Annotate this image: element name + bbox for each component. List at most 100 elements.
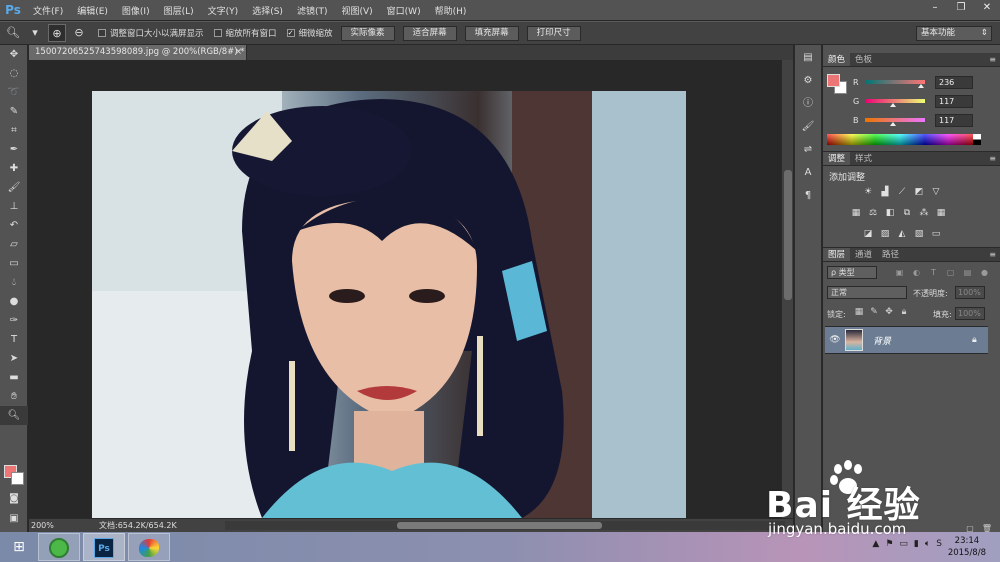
restore-icon[interactable]: ❐: [948, 0, 974, 16]
lock-all-icon[interactable]: 🔒︎: [898, 307, 910, 317]
panel-foreground-swatch[interactable]: [827, 74, 840, 87]
tab-color[interactable]: 颜色: [823, 53, 851, 66]
gradient-tool-icon[interactable]: ▭: [0, 254, 28, 273]
rectangle-tool-icon[interactable]: ▬: [0, 368, 28, 387]
shape-filter-icon[interactable]: ▢: [944, 266, 957, 279]
lock-pixels-icon[interactable]: ✎: [868, 307, 880, 317]
clone-stamp-tool-icon[interactable]: ⊥: [0, 197, 28, 216]
zoom-preset-dropdown[interactable]: ▾: [26, 24, 44, 42]
black-white-icon[interactable]: ◧: [883, 207, 897, 219]
levels-icon[interactable]: ▟: [878, 186, 892, 198]
zoom-in-icon[interactable]: ⊕: [48, 24, 66, 42]
exposure-icon[interactable]: ◩: [912, 186, 926, 198]
checkbox-checked[interactable]: ✓: [286, 29, 295, 37]
invert-icon[interactable]: ◪: [861, 228, 875, 240]
ime-icon[interactable]: S: [936, 539, 942, 549]
paragraph-panel-icon[interactable]: ¶: [795, 186, 821, 206]
tab-swatches[interactable]: 色板: [850, 53, 877, 66]
tab-adjustments[interactable]: 调整: [823, 152, 851, 165]
blend-mode-select[interactable]: 正常: [827, 286, 907, 299]
menu-help[interactable]: 帮助(H): [428, 4, 474, 17]
adjustment-filter-icon[interactable]: ◐: [910, 266, 923, 279]
vibrance-icon[interactable]: ▽: [929, 186, 943, 198]
menu-filter[interactable]: 滤镜(T): [290, 4, 335, 17]
workspace-select[interactable]: 基本功能 ⇕: [916, 26, 992, 41]
history-panel-icon[interactable]: ▤: [795, 48, 821, 68]
document-image[interactable]: [92, 91, 686, 518]
character-panel-icon[interactable]: A: [795, 163, 821, 183]
tab-styles[interactable]: 样式: [850, 152, 877, 165]
zoom-tool-icon[interactable]: 🔍︎: [0, 406, 28, 425]
brightness-icon[interactable]: ☀: [861, 186, 875, 198]
canvas-area[interactable]: [29, 60, 781, 518]
menu-view[interactable]: 视图(V): [334, 4, 379, 17]
type-tool-icon[interactable]: T: [0, 330, 28, 349]
quick-mask-icon[interactable]: ◙: [0, 489, 28, 508]
color-balance-icon[interactable]: ⚖: [866, 207, 880, 219]
horizontal-scrollbar[interactable]: [225, 521, 785, 530]
green-value-field[interactable]: 117: [935, 94, 973, 108]
menu-window[interactable]: 窗口(W): [380, 4, 428, 17]
threshold-icon[interactable]: ◭: [895, 228, 909, 240]
path-select-tool-icon[interactable]: ➤: [0, 349, 28, 368]
print-size-button[interactable]: 打印尺寸: [526, 25, 581, 41]
green-slider-knob[interactable]: [890, 103, 896, 107]
history-brush-tool-icon[interactable]: ↶: [0, 216, 28, 235]
red-slider-knob[interactable]: [918, 84, 924, 88]
checkbox-box[interactable]: [213, 29, 222, 37]
brush-presets-icon[interactable]: ⇌: [795, 140, 821, 160]
eyedropper-tool-icon[interactable]: ✒: [0, 140, 28, 159]
layer-name[interactable]: 背景: [873, 334, 972, 347]
menu-image[interactable]: 图像(I): [115, 4, 157, 17]
channel-mixer-icon[interactable]: ⁂: [917, 207, 931, 219]
pen-tool-icon[interactable]: ✑: [0, 311, 28, 330]
fit-screen-button[interactable]: 适合屏幕: [402, 25, 457, 41]
lock-transparency-icon[interactable]: ▦: [853, 307, 865, 317]
network-icon[interactable]: ▮: [914, 539, 919, 549]
taskbar-paint-app[interactable]: [128, 533, 170, 561]
smart-object-filter-icon[interactable]: ▤: [961, 266, 974, 279]
dodge-tool-icon[interactable]: ●: [0, 292, 28, 311]
curves-icon[interactable]: ⟋: [895, 186, 909, 198]
layer-thumbnail[interactable]: [845, 329, 863, 351]
foreground-background-colors[interactable]: [4, 465, 26, 487]
vertical-scroll-thumb[interactable]: [784, 170, 792, 300]
menu-file[interactable]: 文件(F): [26, 4, 70, 17]
crop-tool-icon[interactable]: ⌗: [0, 121, 28, 140]
eye-icon[interactable]: 👁︎: [825, 335, 845, 345]
brush-panel-icon[interactable]: 🖌︎: [795, 117, 821, 137]
minimize-icon[interactable]: –: [922, 0, 948, 16]
tab-layers[interactable]: 图层: [823, 248, 851, 261]
color-lookup-icon[interactable]: ▦: [934, 207, 948, 219]
flag-icon[interactable]: ⚑: [885, 539, 893, 549]
windows-start-icon[interactable]: ⊞: [0, 532, 38, 562]
document-size[interactable]: 文档:654.2K/654.2K: [99, 520, 185, 531]
document-tab[interactable]: 15007206525743598089.jpg @ 200%(RGB/8#) …: [29, 45, 247, 60]
panel-menu-icon[interactable]: ≡: [989, 152, 1000, 165]
tab-paths[interactable]: 路径: [877, 248, 904, 261]
posterize-icon[interactable]: ▨: [878, 228, 892, 240]
fill-screen-button[interactable]: 填充屏幕: [464, 25, 519, 41]
panel-menu-icon[interactable]: ≡: [989, 53, 1000, 66]
red-slider[interactable]: [865, 80, 925, 88]
selective-color-icon[interactable]: ▭: [929, 228, 943, 240]
photo-filter-icon[interactable]: ⧉: [900, 207, 914, 219]
background-color-swatch[interactable]: [11, 472, 24, 485]
healing-brush-tool-icon[interactable]: ✚: [0, 159, 28, 178]
blue-slider-knob[interactable]: [890, 122, 896, 126]
brush-tool-icon[interactable]: 🖌︎: [0, 178, 28, 197]
screen-mode-icon[interactable]: ▣: [0, 509, 28, 528]
layer-row-background[interactable]: 👁︎ 背景 🔒︎: [825, 326, 988, 354]
panel-menu-icon[interactable]: ≡: [989, 248, 1000, 261]
volume-icon[interactable]: 🔈︎: [925, 539, 930, 549]
fill-field[interactable]: 100%: [955, 307, 985, 320]
menu-select[interactable]: 选择(S): [245, 4, 290, 17]
menu-type[interactable]: 文字(Y): [201, 4, 246, 17]
lasso-tool-icon[interactable]: ➰: [0, 83, 28, 102]
zoom-tool-icon[interactable]: 🔍︎: [4, 24, 22, 42]
checkbox-box[interactable]: [98, 29, 106, 37]
actual-pixels-button[interactable]: 实际像素: [340, 25, 395, 41]
zoom-out-icon[interactable]: ⊖: [70, 24, 88, 42]
zoom-all-windows-checkbox[interactable]: 缩放所有窗口: [213, 27, 277, 39]
monitor-icon[interactable]: ▭: [899, 539, 908, 549]
